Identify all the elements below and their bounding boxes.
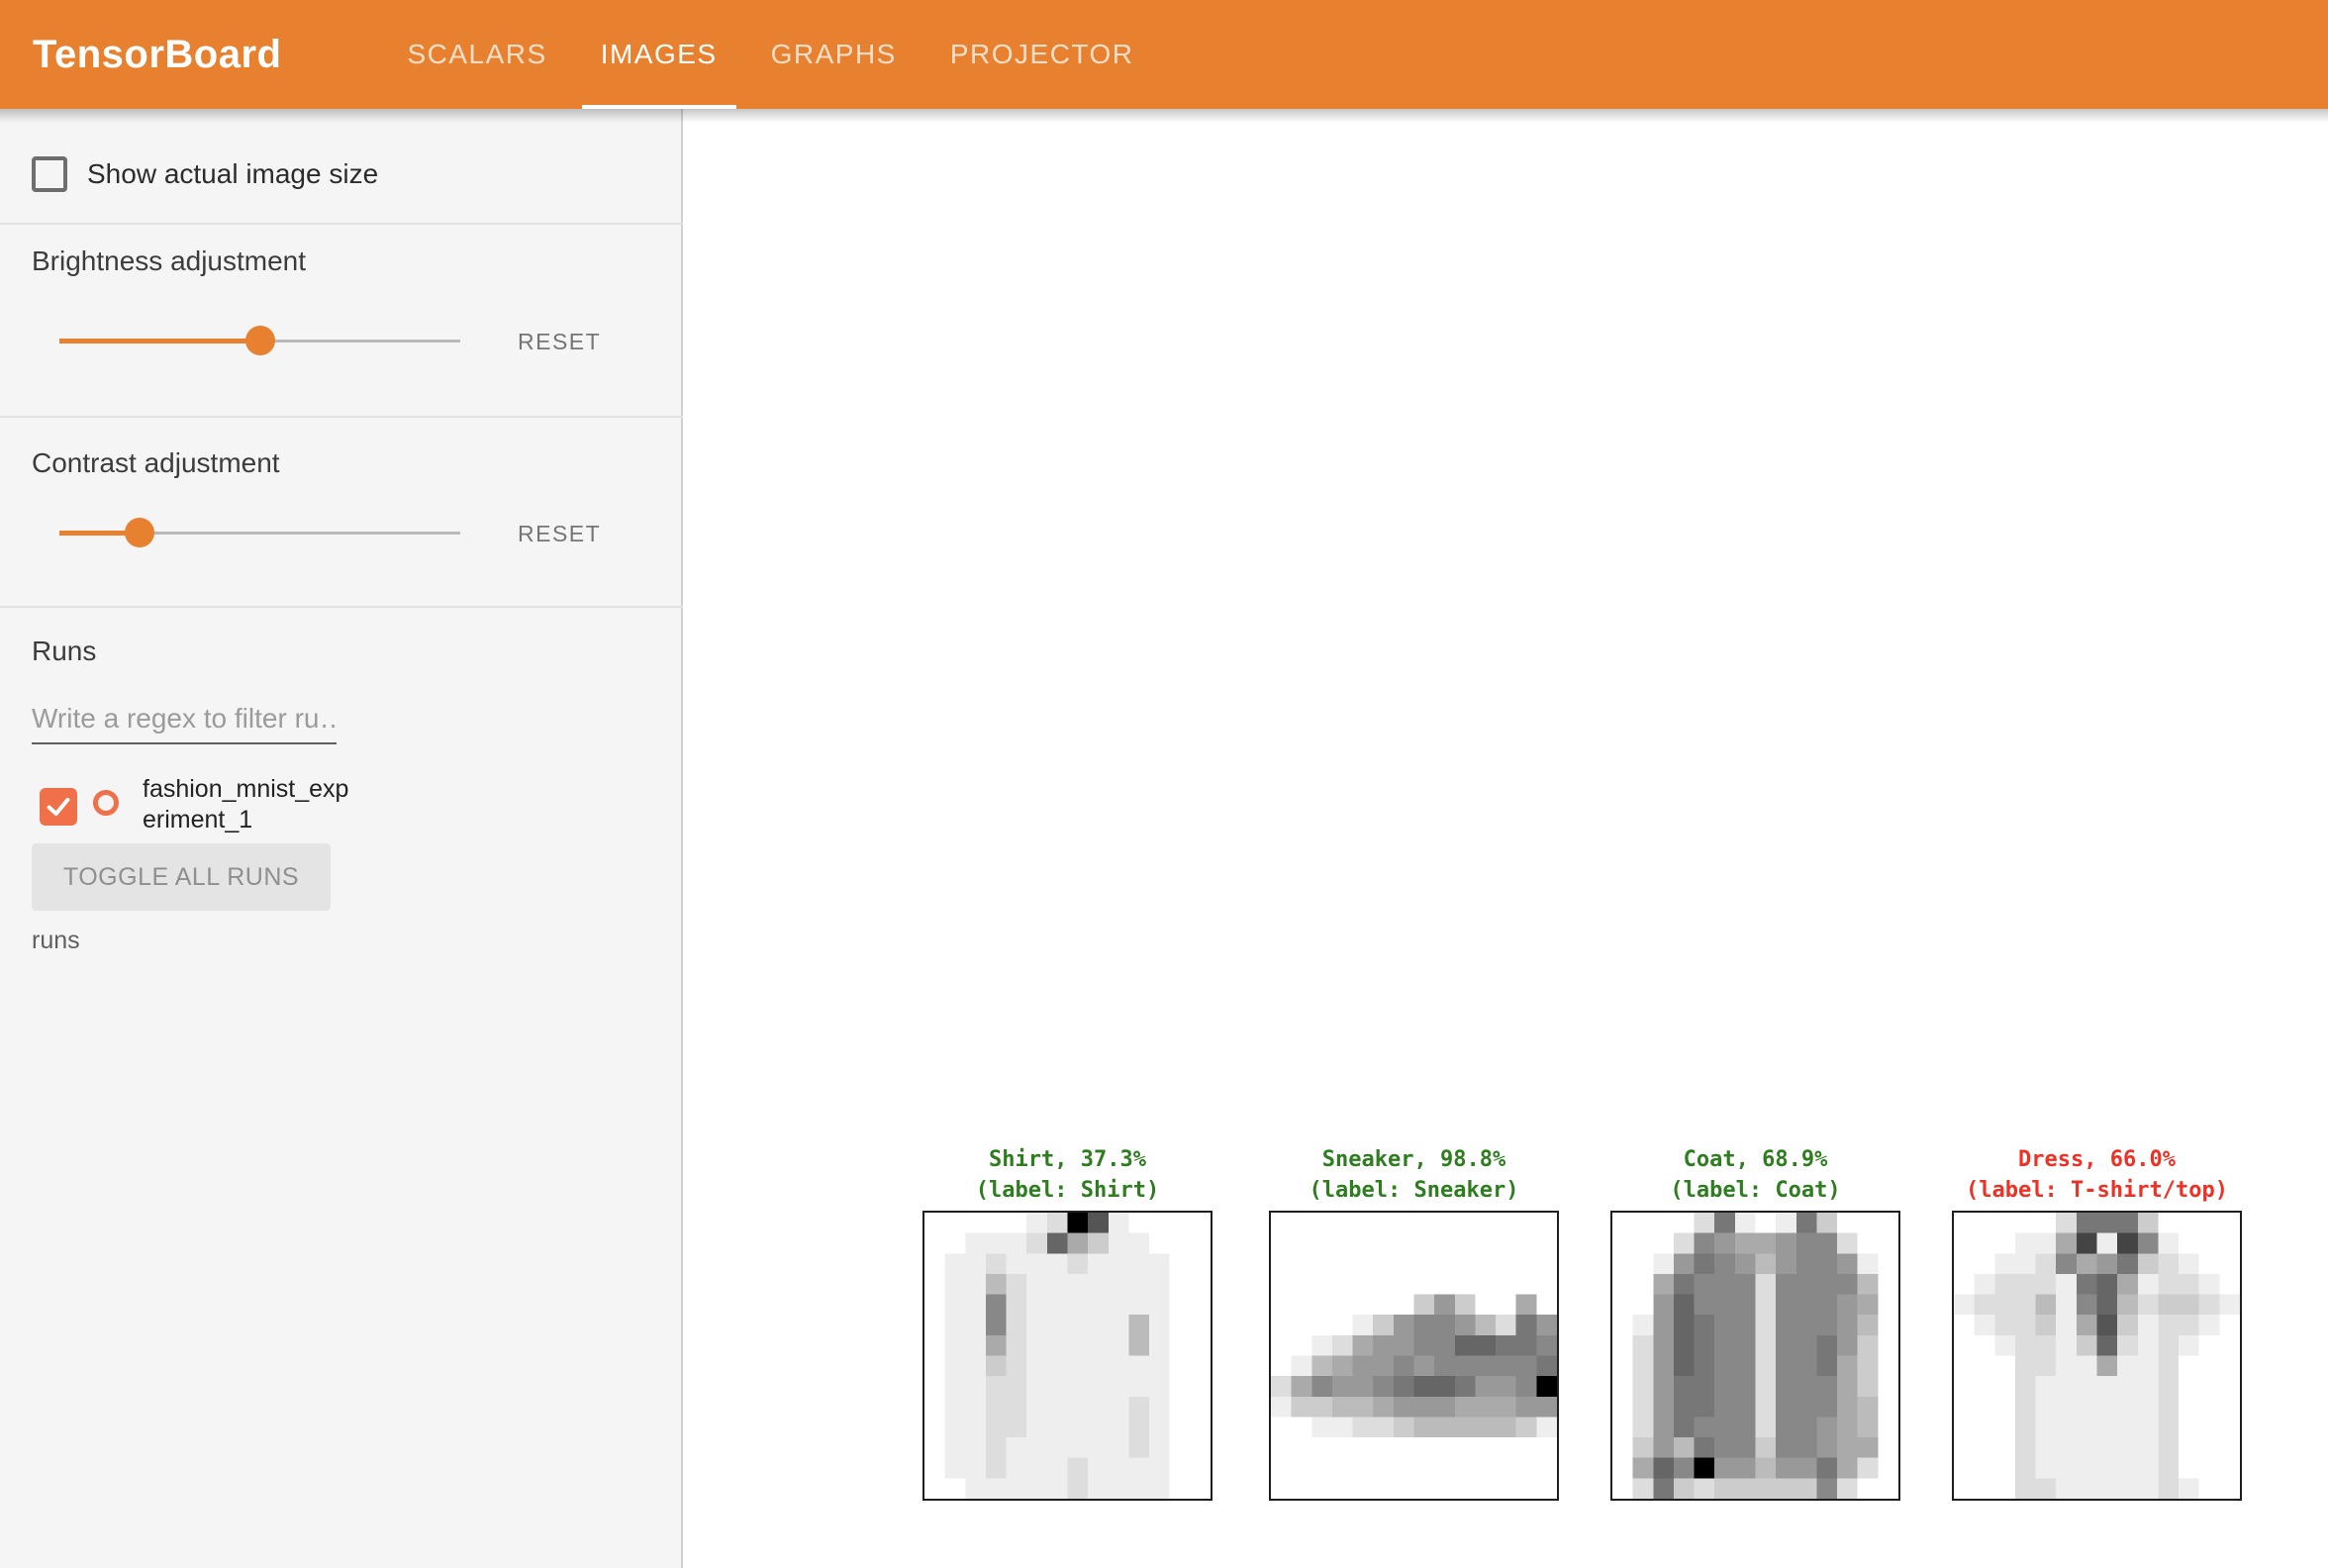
run-filter-input[interactable] [32,695,337,744]
fashion-mnist-image [1612,1213,1898,1499]
brightness-reset-button[interactable]: RESET [518,329,601,355]
tab-projector[interactable]: PROJECTOR [923,0,1161,109]
prediction-figure: Coat, 68.9% (label: Coat) [1610,1144,1900,1501]
image-frame [1952,1211,2242,1501]
prediction-figure: Shirt, 37.3% (label: Shirt) [922,1144,1212,1501]
run-item[interactable]: fashion_mnist_experiment_1 [40,774,355,835]
prediction-text: Coat, 68.9% [1610,1144,1900,1175]
contrast-label: Contrast adjustment [32,447,280,479]
toggle-all-runs-button[interactable]: TOGGLE ALL RUNS [32,843,331,911]
fashion-mnist-image [1954,1213,2240,1499]
brightness-label: Brightness adjustment [32,245,306,277]
show-actual-size-row[interactable]: Show actual image size [32,156,378,192]
true-label-text: (label: Shirt) [922,1175,1212,1206]
prediction-text: Dress, 66.0% [1952,1144,2242,1175]
fashion-mnist-image [924,1213,1211,1499]
prediction-figure: Dress, 66.0% (label: T-shirt/top) [1952,1144,2242,1501]
true-label-text: (label: Coat) [1610,1175,1900,1206]
true-label-text: (label: Sneaker) [1269,1175,1559,1206]
divider [0,223,683,225]
runs-footer-label: runs [32,927,80,955]
tab-graphs[interactable]: GRAPHS [744,0,923,109]
slider-thumb[interactable] [245,326,275,355]
contrast-slider[interactable] [59,517,460,548]
show-actual-size-checkbox[interactable] [32,156,67,192]
prediction-text: Sneaker, 98.8% [1269,1144,1559,1175]
run-label: fashion_mnist_experiment_1 [143,774,355,835]
prediction-text: Shirt, 37.3% [922,1144,1212,1175]
divider [0,416,683,418]
tensorboard-app: TensorBoard SCALARS IMAGES GRAPHS PROJEC… [0,0,2328,1568]
fashion-mnist-image [1271,1213,1557,1499]
brightness-slider[interactable] [59,325,460,356]
runs-heading: Runs [32,636,96,667]
tab-images[interactable]: IMAGES [574,0,744,109]
slider-fill [59,339,260,343]
figure-caption: Coat, 68.9% (label: Coat) [1610,1144,1900,1206]
show-actual-size-label: Show actual image size [87,158,378,190]
run-radio[interactable] [93,790,119,816]
prediction-figure: Sneaker, 98.8% (label: Sneaker) [1269,1144,1559,1501]
image-frame [1269,1211,1559,1501]
tab-scalars[interactable]: SCALARS [380,0,573,109]
tab-bar: SCALARS IMAGES GRAPHS PROJECTOR [380,0,1160,109]
image-frame [922,1211,1212,1501]
app-header: TensorBoard SCALARS IMAGES GRAPHS PROJEC… [0,0,2328,109]
contrast-reset-button[interactable]: RESET [518,521,601,547]
check-icon [45,793,72,821]
sidebar: Show actual image size Brightness adjust… [0,109,683,1568]
run-checkbox[interactable] [40,788,77,826]
figure-caption: Dress, 66.0% (label: T-shirt/top) [1952,1144,2242,1206]
image-frame [1610,1211,1900,1501]
figure-caption: Shirt, 37.3% (label: Shirt) [922,1144,1212,1206]
divider [0,606,683,608]
slider-thumb[interactable] [125,518,154,547]
true-label-text: (label: T-shirt/top) [1952,1175,2242,1206]
app-title: TensorBoard [33,33,281,77]
figure-caption: Sneaker, 98.8% (label: Sneaker) [1269,1144,1559,1206]
